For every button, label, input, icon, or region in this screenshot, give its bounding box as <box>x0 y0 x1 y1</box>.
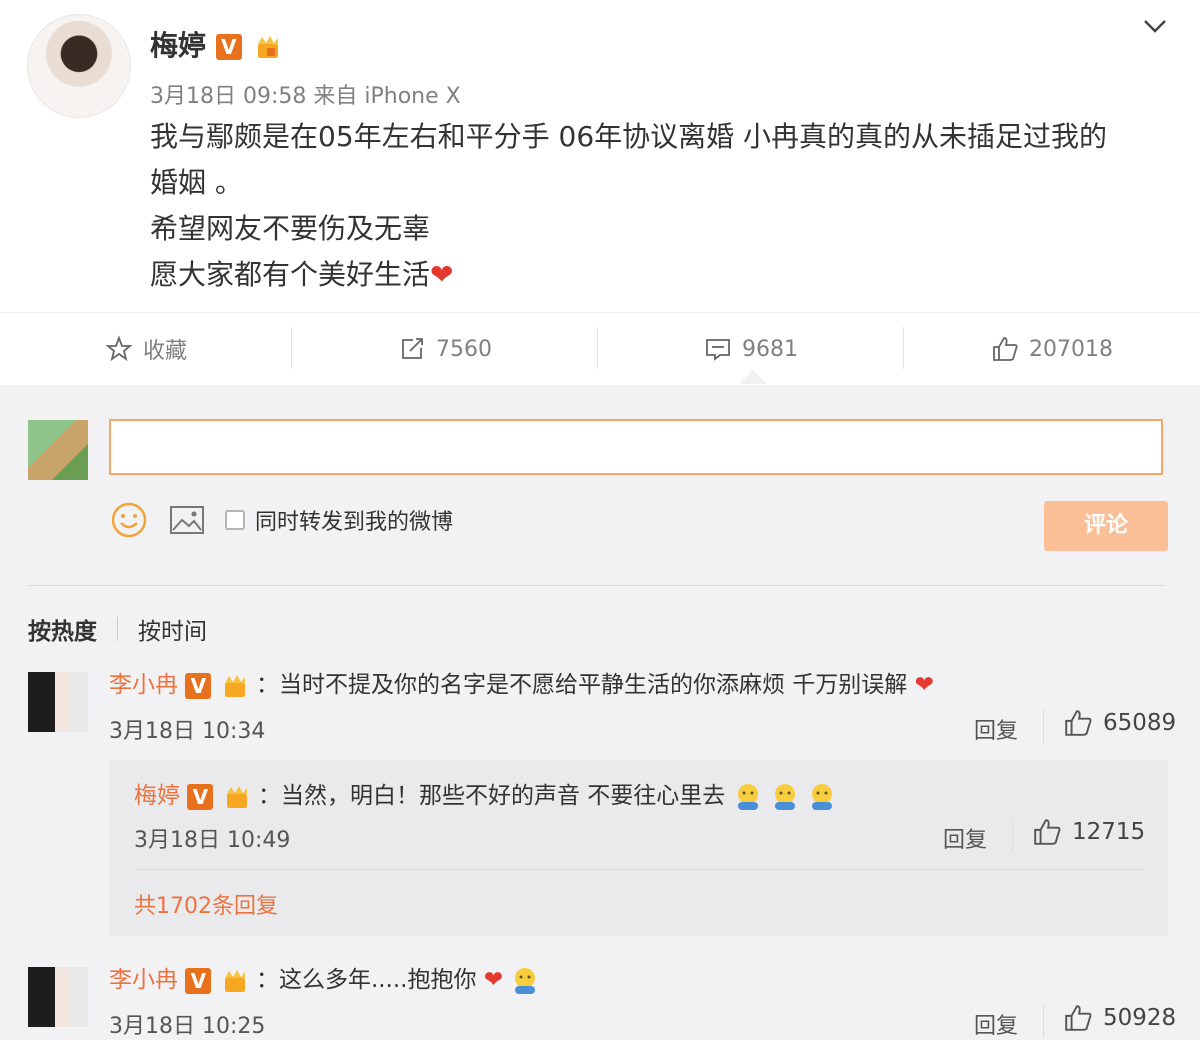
heart-icon: ❤ <box>483 967 504 993</box>
post-line: 愿大家都有个美好生活❤ <box>150 252 1160 298</box>
verified-badge-icon: V <box>185 967 212 994</box>
verified-badge-icon: V <box>215 34 242 60</box>
divider <box>28 585 1166 586</box>
reply-text: ：当然，明白！那些不好的声音 不要往心里去 <box>257 783 726 809</box>
post-author-name[interactable]: 梅婷 <box>150 29 206 62</box>
heart-icon: ❤ <box>430 258 454 291</box>
post-content: 我与鄢颇是在05年左右和平分手 06年协议离婚 小冉真的真的从未插足过我的 婚姻… <box>150 114 1160 298</box>
comment-like-button[interactable]: 50928 <box>1063 1003 1176 1033</box>
commenter-name[interactable]: 李小冉 <box>109 967 178 993</box>
action-divider <box>1012 818 1013 852</box>
image-icon[interactable] <box>167 500 207 540</box>
composer-tools: 同时转发到我的微博 <box>109 498 453 542</box>
thumbs-up-icon <box>993 337 1018 361</box>
vip-crown-icon <box>224 674 245 697</box>
heart-icon: ❤ <box>914 672 934 698</box>
repost-count: 7560 <box>436 336 492 362</box>
repost-icon <box>402 338 423 359</box>
comment-pointer <box>739 370 767 384</box>
reply-like-count: 12715 <box>1072 819 1146 845</box>
comment-like-count: 65089 <box>1103 710 1177 736</box>
commenter-name[interactable]: 李小冉 <box>109 672 178 698</box>
reply-body: 梅婷 V ：当然，明白！那些不好的声音 不要往心里去 <box>134 776 837 812</box>
hug-emoji-icon <box>515 967 536 994</box>
vip-crown-icon <box>224 969 245 992</box>
post-author[interactable]: 梅婷 V <box>150 24 282 64</box>
post-line: 我与鄢颇是在05年左右和平分手 06年协议离婚 小冉真的真的从未插足过我的 <box>150 120 1108 153</box>
favorite-label: 收藏 <box>142 339 187 364</box>
comment-text: ：当时不提及你的名字是不愿给平静生活的你添麻烦 千万别误解 <box>255 672 908 698</box>
comment-time: 3月18日 10:34 <box>109 719 266 744</box>
verified-badge-icon: V <box>185 672 212 699</box>
comment-body: 李小冉 V ：当时不提及你的名字是不愿给平静生活的你添麻烦 千万别误解 ❤ <box>109 665 934 699</box>
thumbs-up-icon <box>1065 710 1092 736</box>
author-avatar[interactable] <box>28 15 130 117</box>
comment-icon <box>706 339 730 361</box>
submit-comment-button[interactable]: 评论 <box>1044 501 1168 551</box>
comment-body: 李小冉 V ：这么多年.....抱抱你 ❤ <box>109 960 540 996</box>
post-line-text: 愿大家都有个美好生活 <box>150 258 431 291</box>
reply-button[interactable]: 回复 <box>974 713 1018 745</box>
like-button[interactable]: 207018 <box>904 313 1200 385</box>
hug-emoji-icon <box>737 783 758 810</box>
more-replies-link[interactable]: 共1702条回复 <box>134 888 278 920</box>
post-actions: 收藏 7560 9681 207018 <box>0 312 1200 385</box>
chevron-down-icon[interactable] <box>1141 14 1169 38</box>
post-meta: 3月18日 09:58 来自 iPhone X <box>150 84 461 109</box>
action-divider <box>1043 709 1044 743</box>
tab-divider <box>117 617 118 641</box>
post-line: 婚姻 。 <box>150 166 243 199</box>
comment-like-button[interactable]: 65089 <box>1063 708 1176 738</box>
comment-like-count: 50928 <box>1103 1005 1177 1031</box>
comment-text: ：这么多年.....抱抱你 <box>255 967 477 993</box>
reply-time: 3月18日 10:49 <box>134 828 291 853</box>
verified-badge-icon: V <box>187 783 214 810</box>
vip-crown-icon <box>226 785 247 808</box>
thumbs-up-icon <box>1065 1005 1092 1031</box>
reply-button[interactable]: 回复 <box>974 1008 1018 1040</box>
hug-emoji-icon <box>812 783 833 810</box>
comment-count: 9681 <box>742 336 798 362</box>
repost-button[interactable]: 7560 <box>292 313 598 385</box>
commenter-avatar[interactable] <box>28 672 88 732</box>
emoji-icon[interactable] <box>109 500 149 540</box>
thumbs-up-icon <box>1034 819 1061 845</box>
tab-sort-time[interactable]: 按时间 <box>138 612 207 646</box>
post-line: 希望网友不要伤及无辜 <box>150 212 431 245</box>
divider <box>134 869 1144 870</box>
my-avatar[interactable] <box>28 420 88 480</box>
weibo-post: 梅婷 V 3月18日 09:58 来自 iPhone X 我与鄢颇是在05年左右… <box>0 0 1200 385</box>
repost-checkbox[interactable] <box>225 510 245 530</box>
action-divider <box>1043 1004 1044 1038</box>
hug-emoji-icon <box>774 783 795 810</box>
reply-like-button[interactable]: 12715 <box>1032 817 1145 847</box>
sort-tabs: 按热度 按时间 <box>28 612 207 646</box>
commenter-avatar[interactable] <box>28 967 88 1027</box>
comment-time: 3月18日 10:25 <box>109 1014 266 1039</box>
replier-name[interactable]: 梅婷 <box>134 783 180 809</box>
comment-input[interactable] <box>109 419 1163 475</box>
favorite-button[interactable]: 收藏 <box>0 313 292 385</box>
reply-button[interactable]: 回复 <box>943 822 987 854</box>
star-icon <box>105 335 133 362</box>
vip-crown-icon <box>257 36 278 58</box>
tab-sort-hot[interactable]: 按热度 <box>28 612 97 646</box>
like-count: 207018 <box>1029 336 1113 362</box>
repost-checkbox-label[interactable]: 同时转发到我的微博 <box>255 504 453 536</box>
